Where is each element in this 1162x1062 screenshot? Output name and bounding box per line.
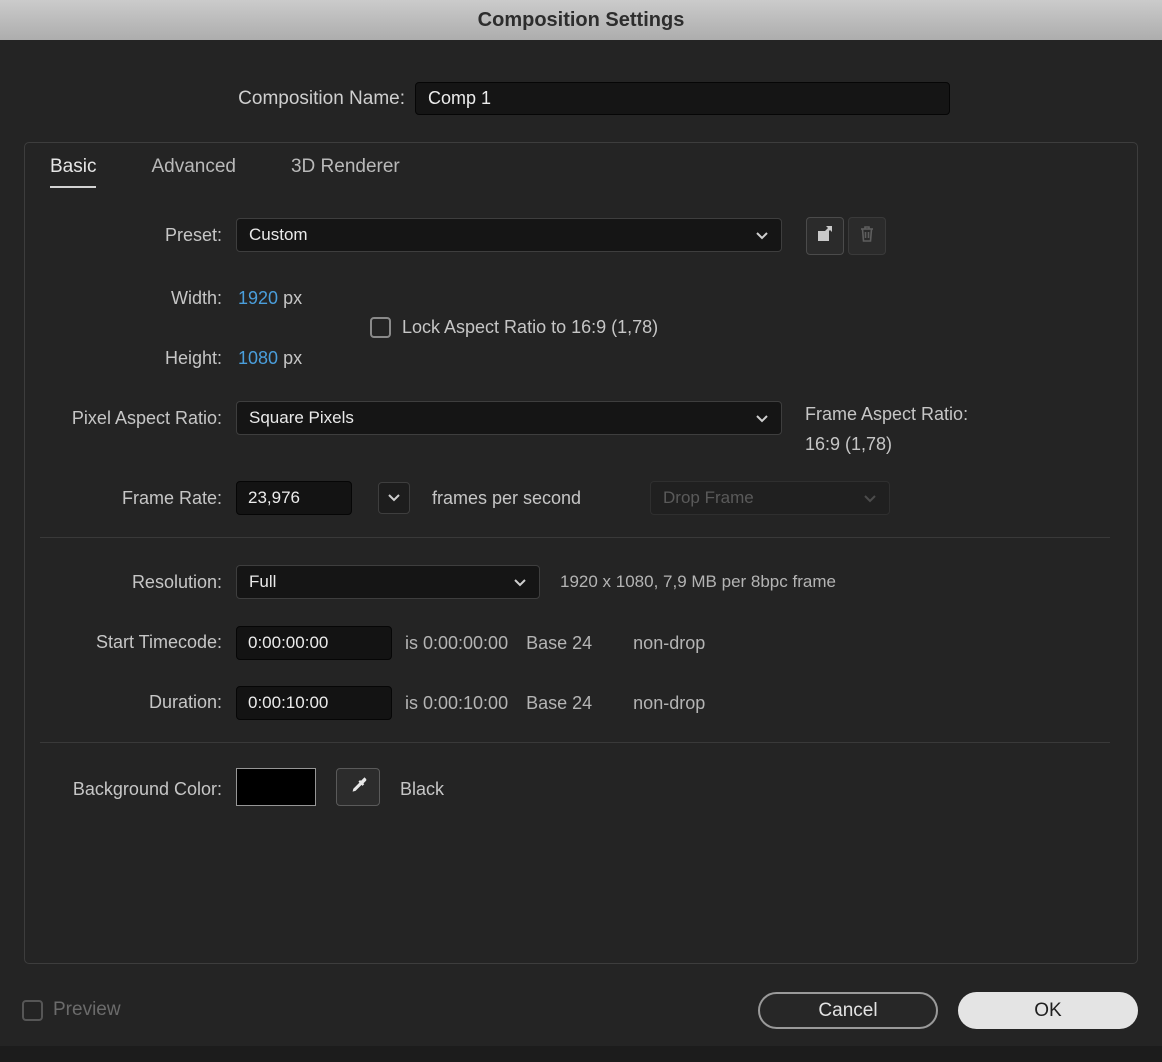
tab-advanced[interactable]: Advanced xyxy=(151,156,236,188)
ok-button[interactable]: OK xyxy=(958,992,1138,1029)
resolution-dropdown[interactable]: Full xyxy=(236,565,540,599)
preset-label: Preset: xyxy=(164,225,222,245)
lock-aspect-checkbox-row: Lock Aspect Ratio to 16:9 (1,78) xyxy=(370,317,658,338)
tab-bar: Basic Advanced 3D Renderer xyxy=(50,156,400,188)
width-label: Width: xyxy=(170,288,222,308)
duration-label: Duration: xyxy=(148,692,222,712)
pixel-aspect-value: Square Pixels xyxy=(249,408,354,427)
duration-is: is 0:00:10:00 xyxy=(405,693,509,713)
resolution-label: Resolution: xyxy=(131,572,222,592)
start-timecode-info: is 0:00:00:00 Base 24 non-drop xyxy=(405,626,705,660)
composition-name-input[interactable] xyxy=(415,82,950,115)
background-color-label: Background Color: xyxy=(72,779,222,799)
frame-rate-label: Frame Rate: xyxy=(121,488,222,508)
tab-content-panel xyxy=(24,142,1138,964)
save-preset-button[interactable] xyxy=(806,217,844,255)
preset-value: Custom xyxy=(249,225,308,244)
preview-checkbox-row: Preview xyxy=(22,999,121,1021)
frames-per-second-label: frames per second xyxy=(432,488,582,508)
background-color-name: Black xyxy=(400,779,445,799)
lock-aspect-checkbox[interactable] xyxy=(370,317,391,338)
background-color-swatch[interactable] xyxy=(236,768,316,806)
divider xyxy=(40,742,1110,743)
cancel-button[interactable]: Cancel xyxy=(758,992,938,1029)
start-timecode-base: Base 24 xyxy=(526,633,593,653)
start-timecode-is: is 0:00:00:00 xyxy=(405,633,509,653)
frame-rate-dropdown-button[interactable] xyxy=(378,482,410,514)
chevron-down-icon xyxy=(387,489,401,507)
dialog-title: Composition Settings xyxy=(477,8,685,31)
dialog-titlebar[interactable]: Composition Settings xyxy=(0,0,1162,40)
trash-icon xyxy=(858,224,876,248)
lock-aspect-label: Lock Aspect Ratio to 16:9 (1,78) xyxy=(402,317,659,337)
duration-base: Base 24 xyxy=(526,693,593,713)
drop-frame-dropdown[interactable]: Drop Frame xyxy=(650,481,890,515)
frame-aspect-ratio-label: Frame Aspect Ratio: xyxy=(805,404,969,424)
delete-preset-button[interactable] xyxy=(848,217,886,255)
duration-info: is 0:00:10:00 Base 24 non-drop xyxy=(405,686,705,720)
tab-3d-renderer[interactable]: 3D Renderer xyxy=(291,156,400,188)
chevron-down-icon xyxy=(755,231,769,240)
frame-rate-input[interactable] xyxy=(236,481,352,515)
drop-frame-value: Drop Frame xyxy=(663,488,754,507)
start-timecode-drop: non-drop xyxy=(633,633,706,653)
tab-basic[interactable]: Basic xyxy=(50,156,97,188)
width-value[interactable]: 1920 xyxy=(238,288,278,308)
chevron-down-icon xyxy=(513,578,527,587)
eyedropper-button[interactable] xyxy=(336,768,380,806)
width-unit: px xyxy=(283,288,303,308)
duration-input[interactable] xyxy=(236,686,392,720)
height-unit: px xyxy=(283,348,303,368)
pixel-aspect-label: Pixel Aspect Ratio: xyxy=(71,408,222,428)
divider xyxy=(40,537,1110,538)
frame-aspect-ratio-value: 16:9 (1,78) xyxy=(805,434,893,454)
start-timecode-label: Start Timecode: xyxy=(95,632,222,652)
composition-settings-dialog: Composition Settings Composition Name: B… xyxy=(0,0,1162,1062)
resolution-value: Full xyxy=(249,572,277,591)
start-timecode-input[interactable] xyxy=(236,626,392,660)
duration-drop: non-drop xyxy=(633,693,706,713)
chevron-down-icon xyxy=(863,494,877,503)
pixel-aspect-dropdown[interactable]: Square Pixels xyxy=(236,401,782,435)
window-bottom-edge xyxy=(0,1046,1162,1062)
preview-label: Preview xyxy=(53,999,121,1020)
eyedropper-icon xyxy=(348,775,368,800)
height-value[interactable]: 1080 xyxy=(238,348,278,368)
preset-dropdown[interactable]: Custom xyxy=(236,218,782,252)
preview-checkbox[interactable] xyxy=(22,999,43,1021)
chevron-down-icon xyxy=(755,414,769,423)
resolution-info: 1920 x 1080, 7,9 MB per 8bpc frame xyxy=(560,572,836,591)
save-preset-icon xyxy=(815,224,835,249)
height-label: Height: xyxy=(164,348,222,368)
composition-name-label: Composition Name: xyxy=(238,88,405,109)
